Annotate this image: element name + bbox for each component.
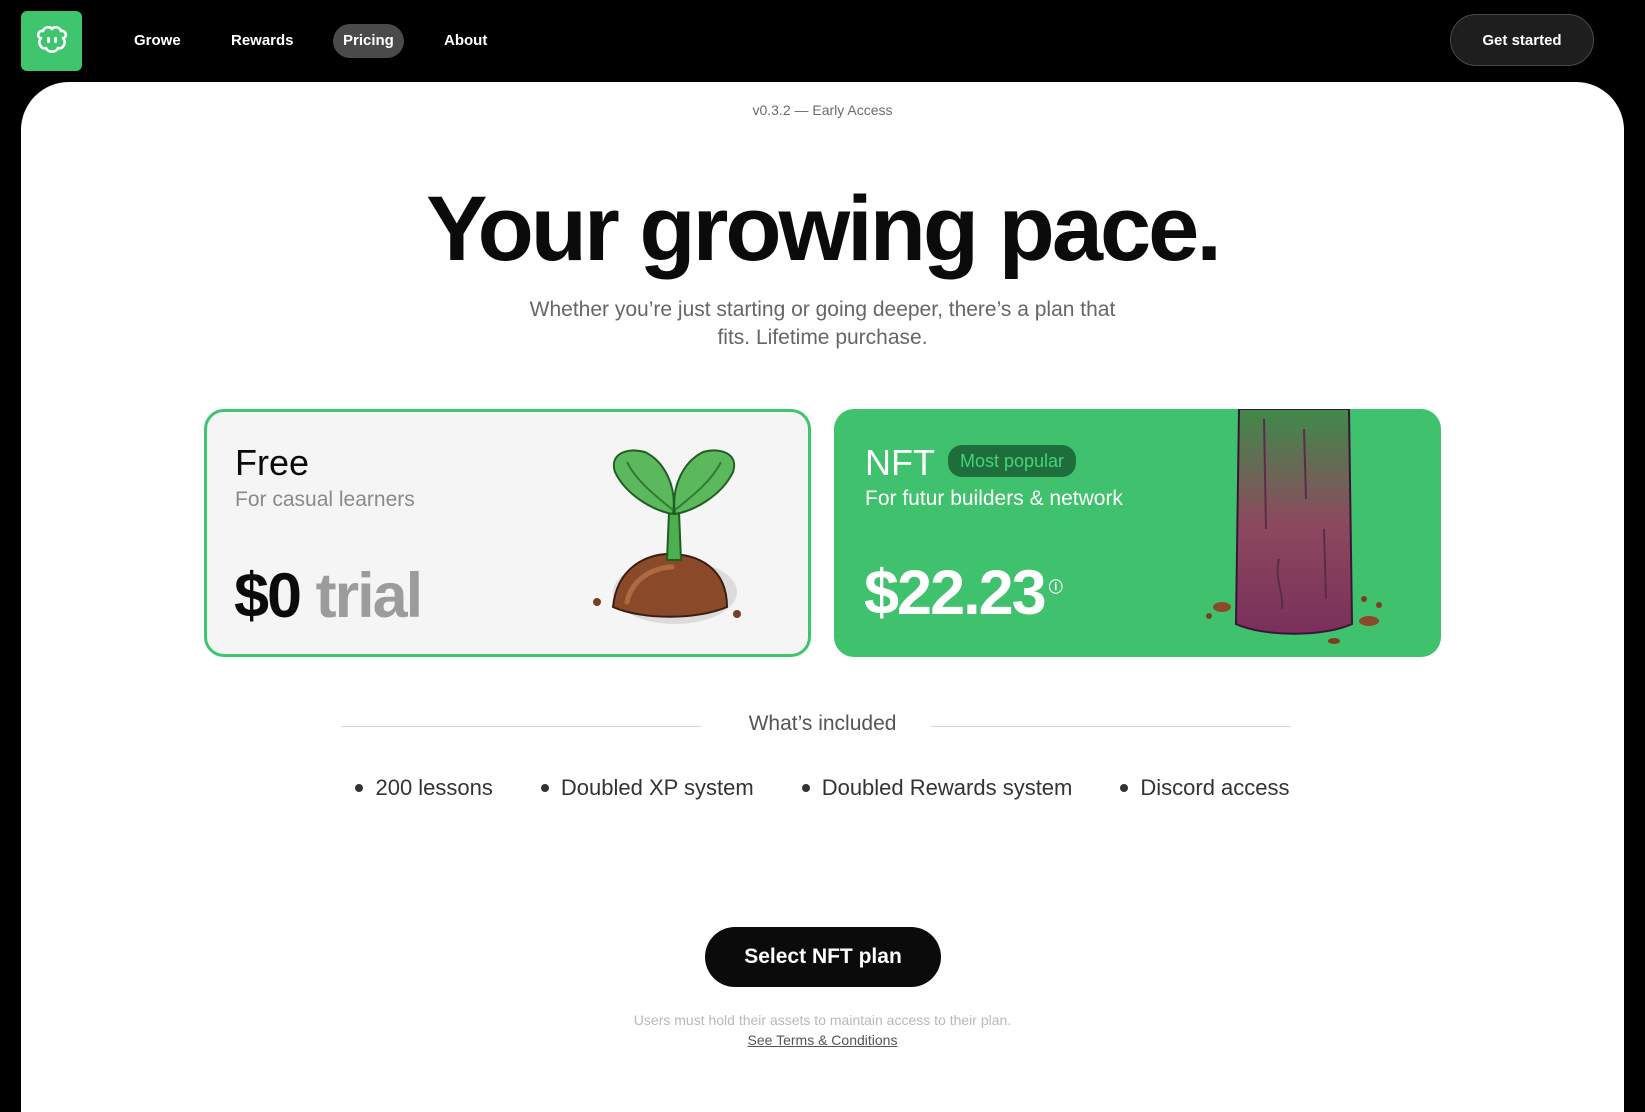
price-amount: $0 bbox=[234, 561, 302, 631]
feature-item: 200 lessons bbox=[355, 775, 493, 801]
info-icon[interactable]: ⓘ bbox=[1049, 579, 1063, 595]
feature-item: Doubled XP system bbox=[540, 775, 754, 801]
nav-link-rewards[interactable]: Rewards bbox=[221, 24, 304, 58]
feature-label: Discord access bbox=[1140, 775, 1290, 800]
plan-title: Free bbox=[235, 442, 310, 483]
feature-list: 200 lessons Doubled XP system Doubled Re… bbox=[21, 775, 1624, 801]
sprout-icon bbox=[593, 449, 741, 624]
smiley-blob-icon bbox=[36, 26, 67, 54]
feature-item: Discord access bbox=[1120, 775, 1290, 801]
bullet-icon bbox=[540, 784, 549, 792]
page-subtitle: Whether you’re just starting or going de… bbox=[529, 298, 1116, 349]
logo[interactable] bbox=[21, 11, 82, 71]
pricing-panel: v0.3.2 — Early Access Your growing pace.… bbox=[21, 82, 1624, 1112]
most-popular-badge: Most popular bbox=[948, 445, 1077, 477]
nav-link-pricing[interactable]: Pricing bbox=[333, 24, 404, 58]
terms-row: See Terms & Conditions bbox=[21, 1032, 1624, 1048]
feature-label: 200 lessons bbox=[375, 775, 493, 800]
bullet-icon bbox=[355, 784, 364, 792]
plan-card-nft[interactable]: NFT Most popular For futur builders & ne… bbox=[834, 409, 1441, 657]
terms-link[interactable]: See Terms & Conditions bbox=[748, 1032, 898, 1048]
get-started-button[interactable]: Get started bbox=[1450, 14, 1594, 66]
plan-price: $0 trial bbox=[234, 560, 424, 632]
select-nft-plan-button[interactable]: Select NFT plan bbox=[705, 927, 941, 987]
bullet-icon bbox=[801, 784, 810, 792]
page-title: Your growing pace. bbox=[426, 178, 1222, 280]
feature-item: Doubled Rewards system bbox=[801, 775, 1073, 801]
plan-subtitle: For futur builders & network bbox=[865, 487, 1123, 510]
top-nav: Growe Rewards Pricing About Get started bbox=[0, 0, 1645, 82]
price-suffix: trial bbox=[315, 561, 424, 631]
nav-link-about[interactable]: About bbox=[434, 24, 497, 58]
plan-card-free[interactable]: Free For casual learners $0 trial bbox=[204, 409, 811, 657]
price-amount: $22.23 bbox=[864, 558, 1047, 628]
nav-link-growe[interactable]: Growe bbox=[124, 24, 191, 58]
feature-label: Doubled XP system bbox=[560, 775, 754, 800]
plan-price: $22.23 ⓘ bbox=[864, 557, 1063, 629]
tree-trunk-icon bbox=[1206, 409, 1382, 644]
holding-note: Users must hold their assets to maintain… bbox=[633, 1012, 1012, 1028]
version-label: v0.3.2 — Early Access bbox=[752, 102, 893, 118]
feature-label: Doubled Rewards system bbox=[821, 775, 1073, 800]
included-heading: What’s included bbox=[748, 712, 897, 735]
plan-subtitle: For casual learners bbox=[235, 488, 415, 511]
bullet-icon bbox=[1120, 784, 1129, 792]
plan-title: NFT bbox=[865, 442, 935, 483]
